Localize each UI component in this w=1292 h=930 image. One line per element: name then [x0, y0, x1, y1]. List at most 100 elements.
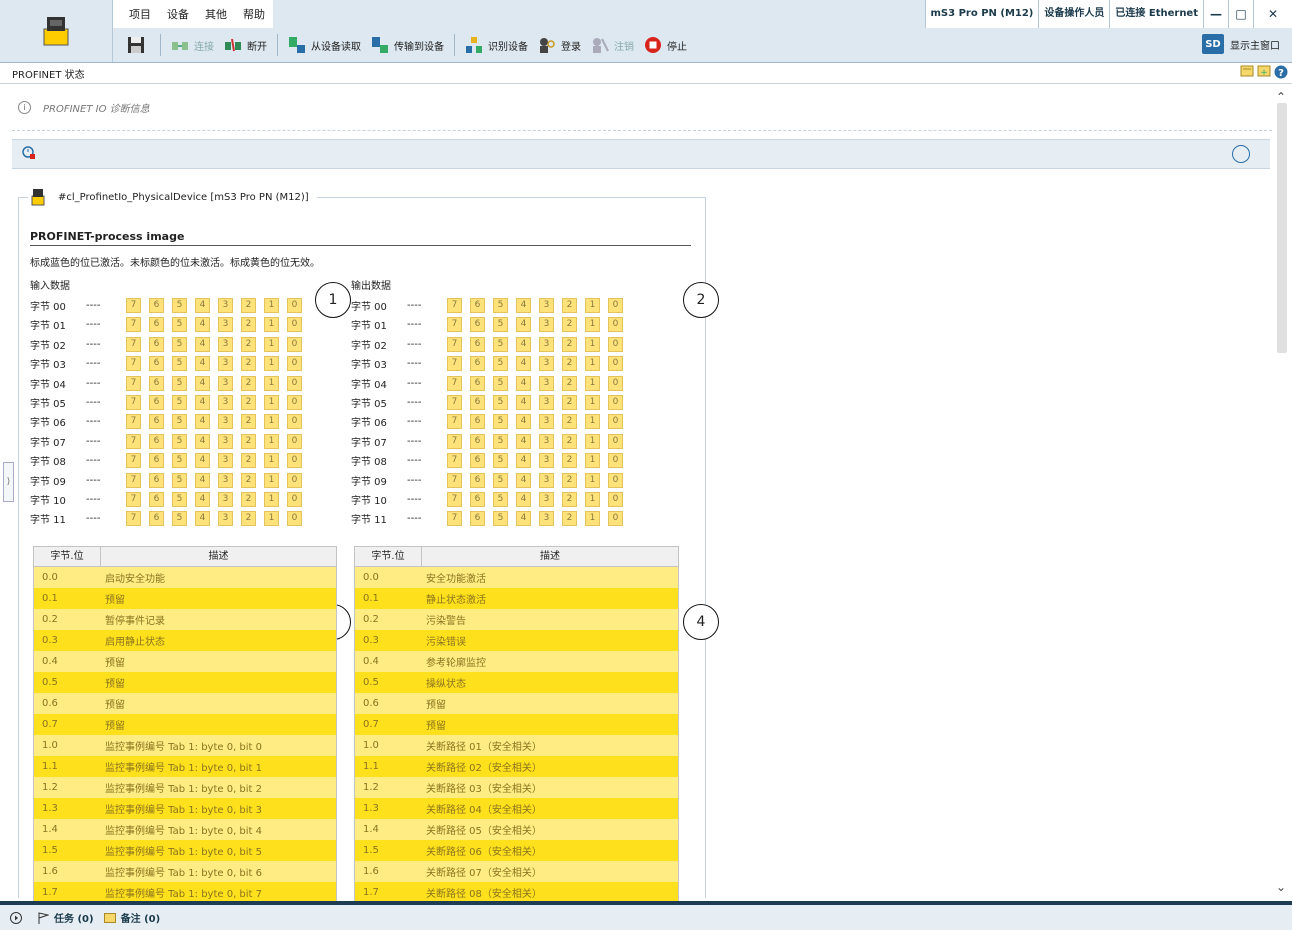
table-row[interactable]: 1.1 关断路径 02（安全相关） — [355, 756, 678, 777]
side-panel-toggle[interactable]: ⟩ — [3, 462, 14, 502]
table-row[interactable]: 0.5 操纵状态 — [355, 672, 678, 693]
clock-refresh-icon[interactable] — [22, 146, 36, 160]
byte-label: 字节 02 — [351, 340, 387, 352]
bit-cell: 3 — [218, 317, 233, 333]
byte-value: ---- — [407, 358, 422, 370]
table-row[interactable]: 1.3 关断路径 04（安全相关） — [355, 798, 678, 819]
bit-cell: 6 — [149, 317, 164, 333]
col-description[interactable]: 描述 — [101, 547, 336, 566]
table-row[interactable]: 0.0 安全功能激活 — [355, 567, 678, 588]
table-row[interactable]: 0.4 参考轮廓监控 — [355, 651, 678, 672]
bit-cell: 3 — [218, 472, 233, 488]
bit-cell: 2 — [241, 433, 256, 449]
bit-cell: 3 — [539, 317, 554, 333]
table-row[interactable]: 0.6 预留 — [34, 693, 336, 714]
device-group-title: #cl_ProfinetIo_PhysicalDevice [mS3 Pro P… — [28, 184, 317, 210]
bit-cell: 0 — [608, 356, 623, 372]
menu-other[interactable]: 其他 — [205, 6, 227, 22]
table-row[interactable]: 1.3 监控事例编号 Tab 1: byte 0, bit 3 — [34, 798, 336, 819]
table-row[interactable]: 0.6 预留 — [355, 693, 678, 714]
byte-value: ---- — [86, 377, 101, 389]
note-add-icon[interactable]: + — [1257, 65, 1271, 79]
table-row[interactable]: 1.5 关断路径 06（安全相关） — [355, 840, 678, 861]
tasks-button[interactable]: 任务 (0) — [37, 910, 94, 925]
col-byte-bit[interactable]: 字节.位 — [34, 547, 101, 566]
bit-cell: 3 — [218, 433, 233, 449]
table-row[interactable]: 1.6 关断路径 07（安全相关） — [355, 861, 678, 882]
table-row[interactable]: 1.0 监控事例编号 Tab 1: byte 0, bit 0 — [34, 735, 336, 756]
bit-group: 76543210 — [126, 298, 310, 313]
note-edit-icon[interactable] — [1240, 65, 1254, 79]
table-row[interactable]: 0.4 预留 — [34, 651, 336, 672]
stop-button[interactable]: 停止 — [644, 36, 687, 54]
table-row[interactable]: 1.2 关断路径 03（安全相关） — [355, 777, 678, 798]
col-byte-bit[interactable]: 字节.位 — [355, 547, 422, 566]
close-button[interactable]: ✕ — [1253, 0, 1292, 28]
show-main-window-button[interactable]: SD 显示主窗口 — [1202, 34, 1280, 54]
maximize-button[interactable]: □ — [1228, 0, 1253, 28]
table-row[interactable]: 0.3 污染错误 — [355, 630, 678, 651]
byte-row: 字节 05 ---- 7 6 5 4 3 2 1 0 — [351, 393, 631, 412]
byte-bit-cell: 0.0 — [42, 572, 58, 583]
expand-toggle[interactable] — [10, 911, 27, 924]
help-icon[interactable]: ? — [1274, 65, 1288, 79]
table-row[interactable]: 1.7 监控事例编号 Tab 1: byte 0, bit 7 — [34, 882, 336, 901]
table-row[interactable]: 1.7 关断路径 08（安全相关） — [355, 882, 678, 901]
description-cell: 监控事例编号 Tab 1: byte 0, bit 2 — [105, 784, 263, 795]
read-from-device-button[interactable]: 从设备读取 — [288, 36, 361, 54]
bit-cell: 5 — [493, 511, 508, 527]
byte-row: 字节 09 ---- 7 6 5 4 3 2 1 0 — [351, 471, 631, 490]
table-row[interactable]: 0.3 启用静止状态 — [34, 630, 336, 651]
bit-group: 76543210 — [447, 356, 631, 372]
byte-bit-cell: 1.1 — [363, 761, 379, 772]
table-row[interactable]: 1.2 监控事例编号 Tab 1: byte 0, bit 2 — [34, 777, 336, 798]
login-button[interactable]: 登录 — [538, 36, 581, 54]
scrollbar-thumb[interactable] — [1277, 103, 1287, 353]
identify-device-button[interactable]: 识别设备 — [465, 36, 528, 54]
table-row[interactable]: 1.0 关断路径 01（安全相关） — [355, 735, 678, 756]
connect-button[interactable]: 连接 — [171, 36, 214, 54]
menu-device[interactable]: 设备 — [167, 6, 189, 22]
table-row[interactable]: 0.2 污染警告 — [355, 609, 678, 630]
bit-cell: 7 — [126, 511, 141, 527]
table-row[interactable]: 0.1 静止状态激活 — [355, 588, 678, 609]
divider — [12, 130, 1272, 131]
menu-strip-bg — [273, 0, 945, 28]
description-cell: 操纵状态 — [426, 679, 466, 690]
table-row[interactable]: 1.4 关断路径 05（安全相关） — [355, 819, 678, 840]
bit-cell: 5 — [172, 298, 187, 313]
bit-cell: 7 — [447, 375, 462, 391]
disconnect-button[interactable]: 断开 — [224, 36, 267, 54]
table-row[interactable]: 1.5 监控事例编号 Tab 1: byte 0, bit 5 — [34, 840, 336, 861]
bit-cell: 0 — [608, 433, 623, 449]
scroll-down-arrow-icon[interactable]: ⌄ — [1276, 880, 1286, 894]
bit-cell: 1 — [264, 395, 279, 410]
table-row[interactable]: 0.0 启动安全功能 — [34, 567, 336, 588]
menu-project[interactable]: 项目 — [129, 6, 151, 22]
logout-button[interactable]: 注销 — [591, 36, 634, 54]
notes-button[interactable]: 备注 (0) — [103, 910, 160, 925]
scroll-up-arrow-icon[interactable]: ⌃ — [1276, 90, 1286, 104]
table-row[interactable]: 0.1 预留 — [34, 588, 336, 609]
diag-info-row: i PROFINET IO 诊断信息 — [18, 100, 150, 115]
table-row[interactable]: 1.1 监控事例编号 Tab 1: byte 0, bit 1 — [34, 756, 336, 777]
minimize-button[interactable]: — — [1203, 0, 1228, 28]
bit-cell: 4 — [195, 453, 210, 469]
bit-cell: 2 — [562, 395, 577, 410]
table-row[interactable]: 0.7 预留 — [34, 714, 336, 735]
table-row[interactable]: 0.2 暂停事件记录 — [34, 609, 336, 630]
byte-value: ---- — [86, 474, 101, 486]
transfer-to-device-button[interactable]: 传输到设备 — [371, 36, 444, 54]
table-row[interactable]: 0.5 预留 — [34, 672, 336, 693]
bit-group: 76543210 — [447, 336, 631, 352]
description-cell: 预留 — [426, 721, 446, 732]
menu-help[interactable]: 帮助 — [243, 6, 265, 22]
byte-bit-cell: 0.3 — [363, 635, 379, 646]
byte-value: ---- — [86, 494, 101, 505]
table-row[interactable]: 1.6 监控事例编号 Tab 1: byte 0, bit 6 — [34, 861, 336, 882]
save-button[interactable] — [127, 36, 150, 54]
bit-cell: 3 — [218, 453, 233, 469]
table-row[interactable]: 1.4 监控事例编号 Tab 1: byte 0, bit 4 — [34, 819, 336, 840]
table-row[interactable]: 0.7 预留 — [355, 714, 678, 735]
col-description[interactable]: 描述 — [422, 547, 678, 566]
